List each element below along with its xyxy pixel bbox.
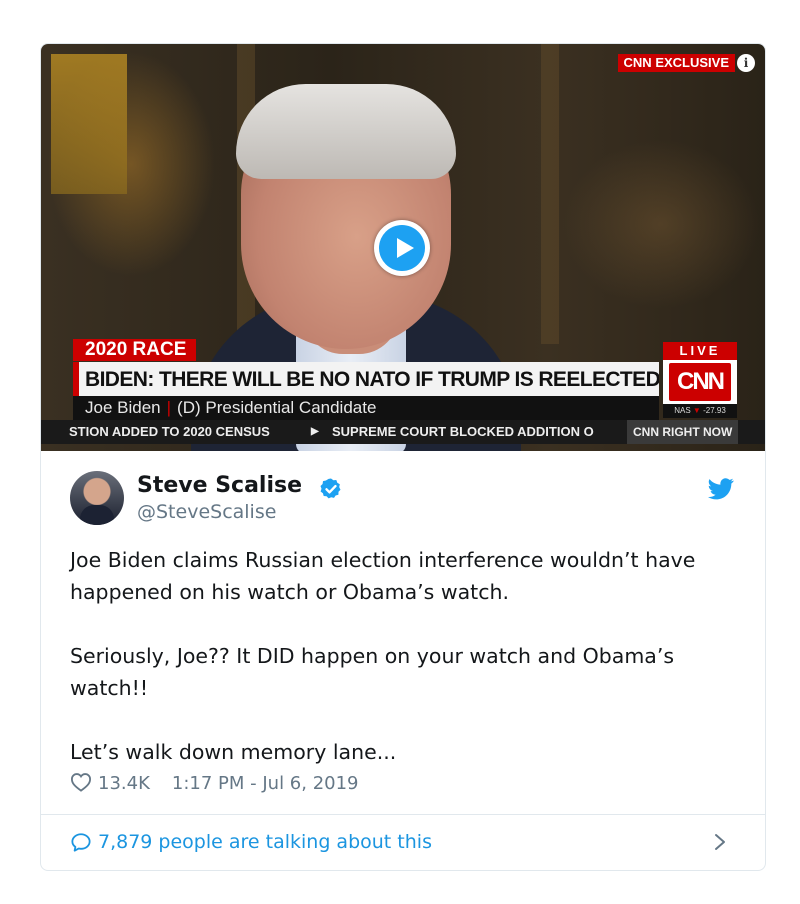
news-ticker: STION ADDED TO 2020 CENSUS ▶ SUPREME COU…: [41, 420, 765, 444]
divider: [41, 814, 765, 815]
ticker-left: STION ADDED TO 2020 CENSUS: [69, 424, 270, 439]
ticker-arrow-icon: ▶: [311, 426, 319, 437]
avatar[interactable]: [70, 471, 124, 525]
chyron-title: (D) Presidential Candidate: [177, 398, 377, 417]
comment-bubble-icon: [71, 833, 91, 852]
stock-index: NAS: [674, 406, 691, 415]
play-icon: [379, 225, 425, 271]
stock-change: -27.93: [703, 406, 726, 415]
tweet-paragraph: Seriously, Joe?? It DID happen on your w…: [70, 644, 675, 700]
chyron-headline: BIDEN: THERE WILL BE NO NATO IF TRUMP IS…: [73, 362, 659, 397]
cnn-logo: CNN: [663, 360, 737, 404]
like-count[interactable]: 13.4K: [98, 773, 150, 794]
tweet-paragraph: Let’s walk down memory lane...: [70, 740, 397, 764]
play-button[interactable]: [374, 220, 430, 276]
chyron-name: Joe Biden: [85, 398, 161, 417]
embedded-tweet-card: CNN EXCLUSIVE i 2020 RACE BIDEN: THERE W…: [40, 43, 766, 871]
stock-ticker: NAS ▼ -27.93: [663, 404, 737, 418]
tweet-meta: 13.4K 1:17 PM - Jul 6, 2019: [70, 772, 359, 796]
talking-about-link[interactable]: 7,879 people are talking about this: [70, 829, 432, 855]
ticker-right: SUPREME COURT BLOCKED ADDITION O: [332, 424, 594, 439]
twitter-bird-icon[interactable]: [708, 478, 734, 500]
tweet-timestamp[interactable]: 1:17 PM - Jul 6, 2019: [172, 773, 359, 794]
cnn-exclusive-badge: CNN EXCLUSIVE: [617, 54, 735, 72]
author-handle[interactable]: @SteveScalise: [137, 500, 276, 524]
verified-badge-icon: [320, 478, 341, 499]
background-lamp: [51, 54, 127, 194]
tweet-paragraph: Joe Biden claims Russian election interf…: [70, 548, 696, 604]
tweet-text: Joe Biden claims Russian election interf…: [70, 544, 740, 800]
speaker-hair: [236, 84, 456, 179]
ticker-segment: CNN RIGHT NOW: [627, 420, 739, 444]
video-player[interactable]: CNN EXCLUSIVE i 2020 RACE BIDEN: THERE W…: [41, 44, 765, 451]
heart-icon[interactable]: [70, 772, 92, 792]
background-beam: [541, 44, 559, 344]
chevron-right-icon[interactable]: [713, 832, 727, 852]
badge-brand: CNN: [623, 55, 652, 70]
talking-text: 7,879 people are talking about this: [98, 831, 432, 853]
chyron-nameplate: Joe Biden | (D) Presidential Candidate: [73, 396, 659, 420]
author-display-name[interactable]: Steve Scalise: [137, 472, 302, 500]
info-icon[interactable]: i: [737, 54, 755, 72]
chyron-category: 2020 RACE: [73, 339, 197, 361]
live-label: LIVE: [663, 342, 737, 360]
badge-text: EXCLUSIVE: [655, 55, 729, 70]
